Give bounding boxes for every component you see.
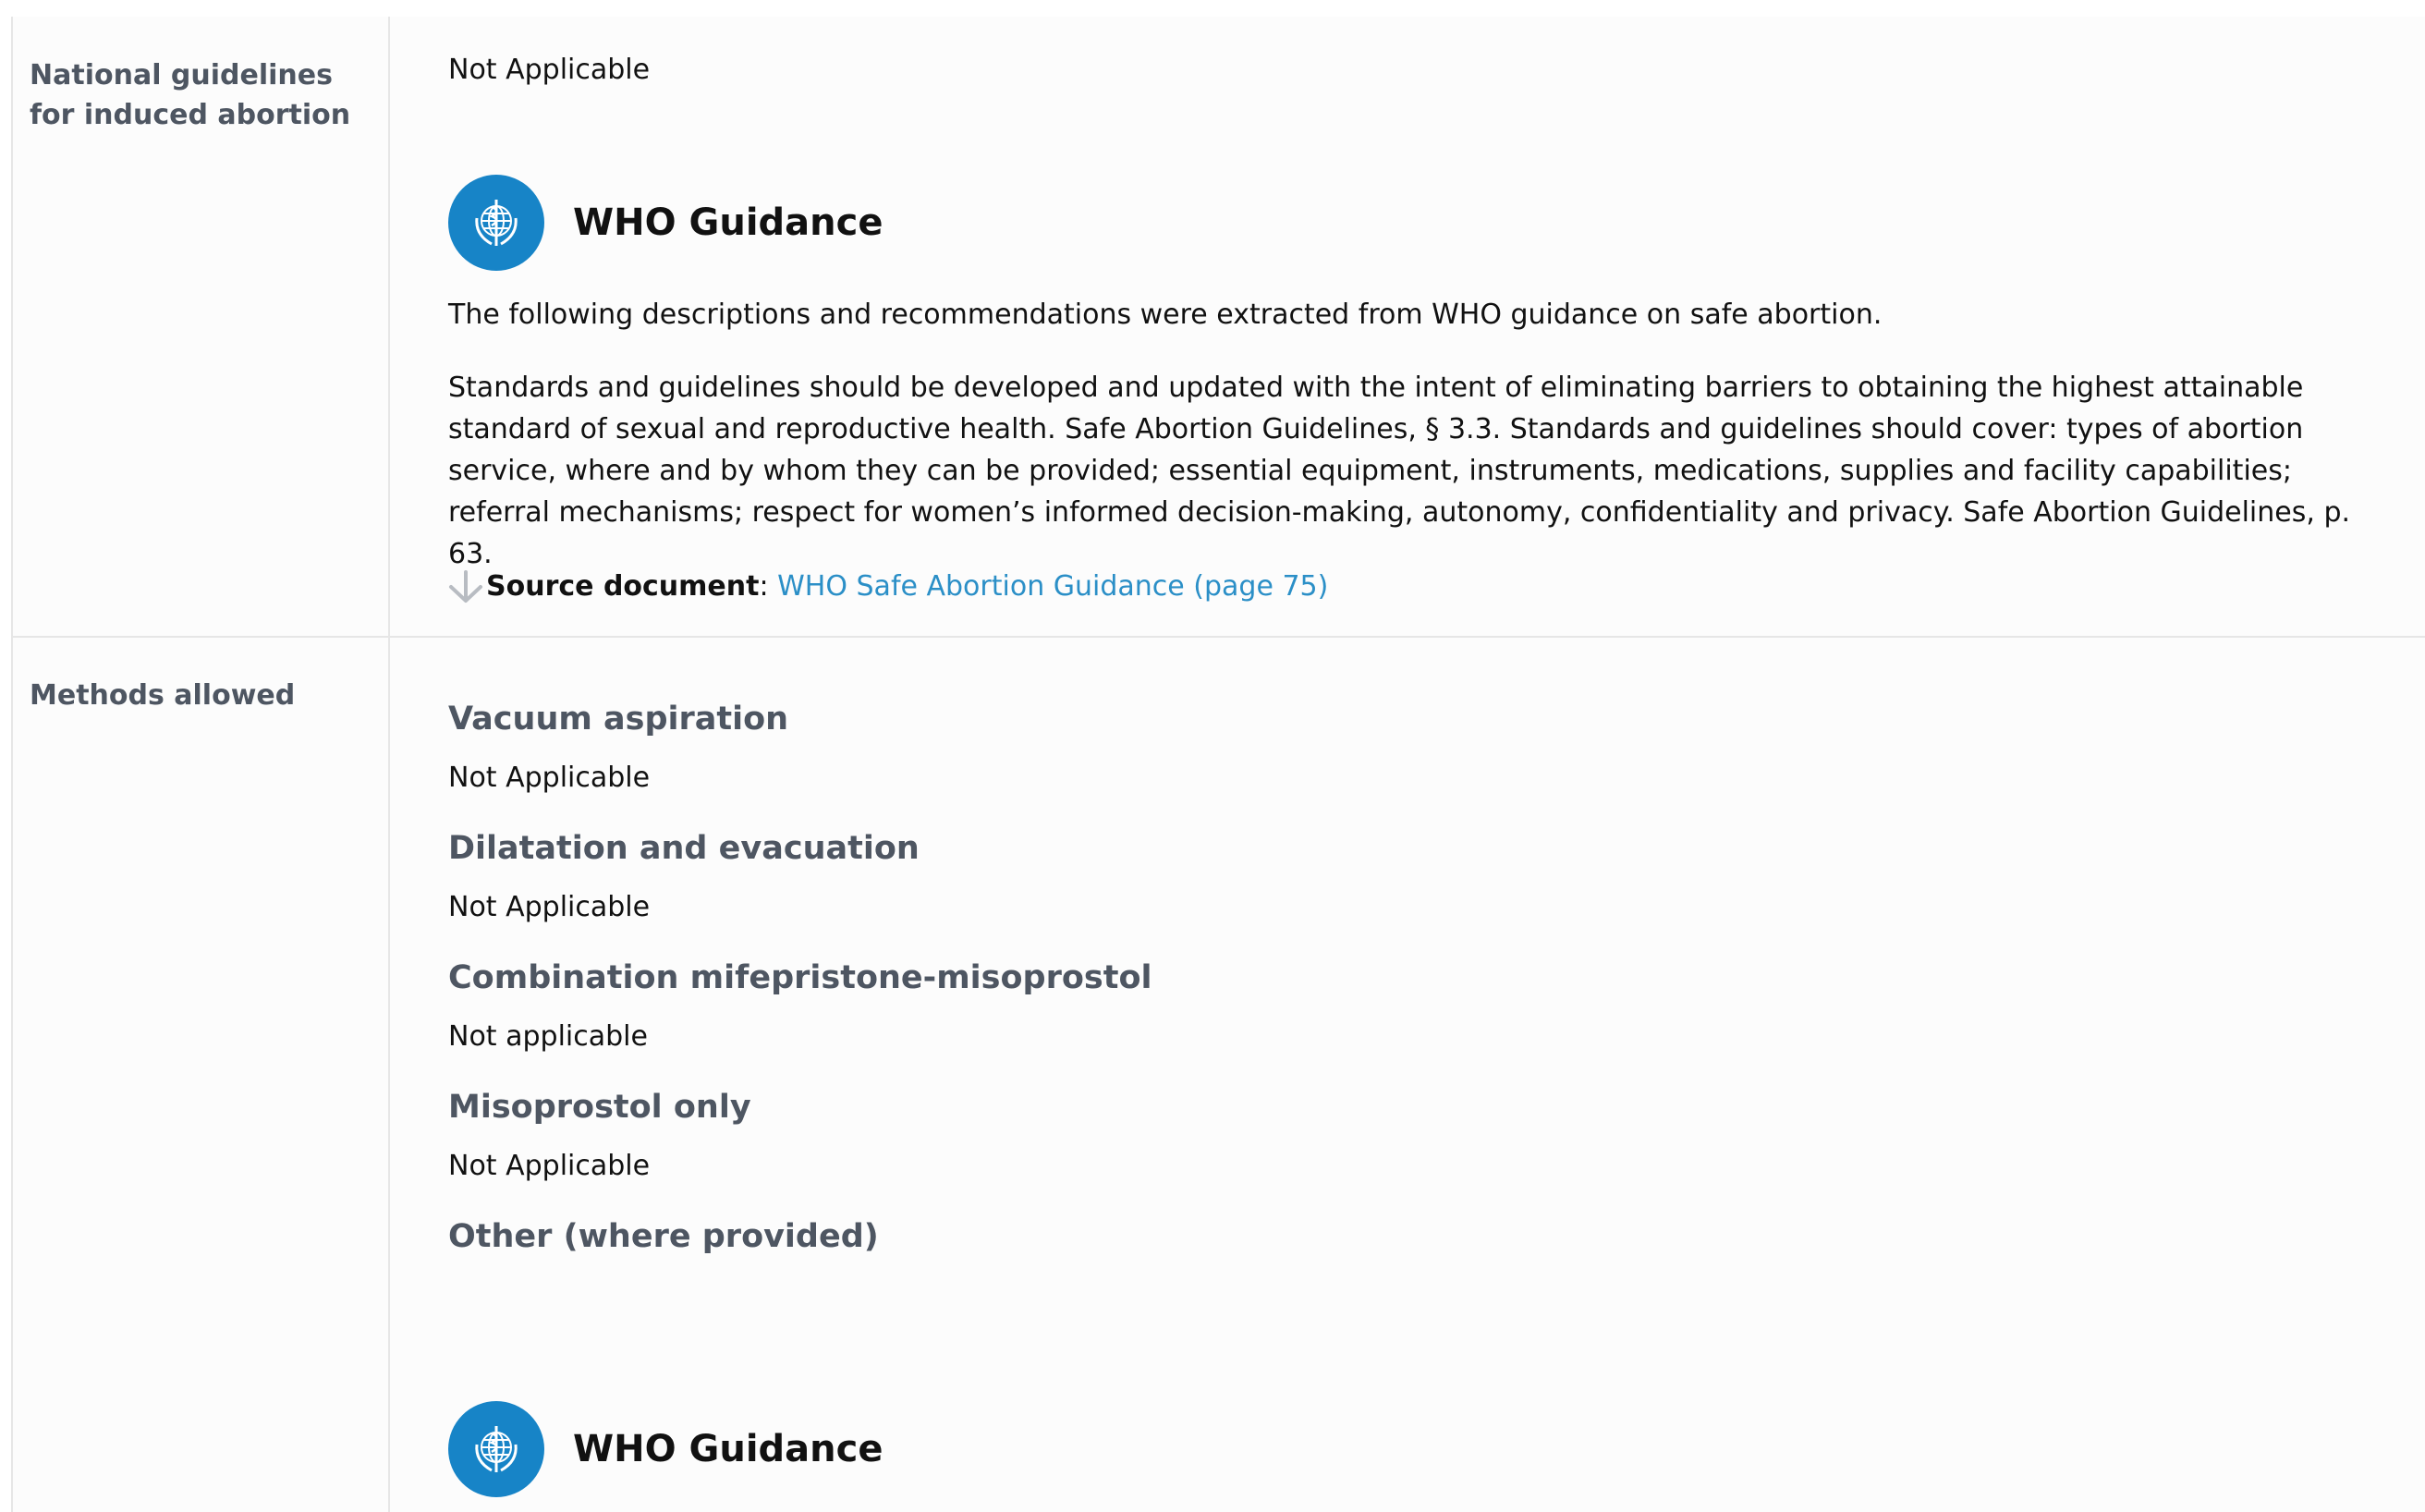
content-table xyxy=(11,17,2425,1512)
who-guidance-title: WHO Guidance xyxy=(573,201,883,244)
national-guidelines-value: Not Applicable xyxy=(448,54,651,86)
who-guidance-title-2: WHO Guidance xyxy=(573,1428,883,1470)
source-document-link[interactable]: WHO Safe Abortion Guidance (page 75) xyxy=(777,566,1328,607)
row-label-national-guidelines: National guidelines for induced abortion xyxy=(30,59,351,131)
who-guidance-intro-wrap: The following descriptions and recommend… xyxy=(448,294,2352,335)
method-value-combination: Not applicable xyxy=(448,1020,648,1053)
source-document-label: Source document xyxy=(486,570,760,603)
method-title-dilatation-evacuation: Dilatation and evacuation xyxy=(448,830,920,867)
row-label-methods-allowed: Methods allowed xyxy=(30,679,296,712)
method-value-misoprostol-only: Not Applicable xyxy=(448,1150,651,1182)
who-guidance-body-wrap: Standards and guidelines should be devel… xyxy=(448,367,2352,575)
row-divider xyxy=(11,636,2425,638)
who-emblem-icon xyxy=(448,1401,544,1497)
method-title-misoprostol-only: Misoprostol only xyxy=(448,1089,751,1126)
national-guidelines-value-wrap: Not Applicable xyxy=(448,49,2352,91)
method-title-vacuum-aspiration: Vacuum aspiration xyxy=(448,701,789,738)
source-separator: : xyxy=(759,570,769,603)
method-value-dilatation-evacuation: Not Applicable xyxy=(448,891,651,923)
arrow-down-icon xyxy=(449,569,482,603)
who-guidance-intro: The following descriptions and recommend… xyxy=(448,299,1883,331)
source-document-line: Source document: WHO Safe Abortion Guida… xyxy=(445,566,1328,607)
who-guidance-body: Standards and guidelines should be devel… xyxy=(448,372,2351,570)
method-title-other: Other (where provided) xyxy=(448,1218,879,1255)
method-title-combination: Combination mifepristone-misoprostol xyxy=(448,959,1152,996)
who-emblem-icon xyxy=(448,175,544,271)
column-divider xyxy=(388,17,390,1512)
who-guidance-header: WHO Guidance xyxy=(448,175,883,271)
method-value-vacuum-aspiration: Not Applicable xyxy=(448,762,651,794)
who-guidance-header-2: WHO Guidance xyxy=(448,1401,883,1497)
